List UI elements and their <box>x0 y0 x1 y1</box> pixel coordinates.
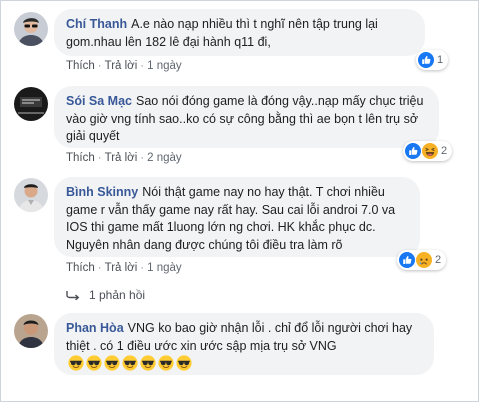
sunglasses-emoji-icon <box>68 355 84 371</box>
reaction-count: 2 <box>441 145 448 157</box>
sunglasses-emoji-icon <box>140 355 156 371</box>
comment-timestamp[interactable]: 2 ngày <box>147 152 182 164</box>
avatar[interactable] <box>14 314 48 348</box>
comment-author[interactable]: Chí Thanh <box>66 17 127 31</box>
comment-bubble: Chí Thanh A.e nào nạp nhiều thì t nghĩ nê… <box>54 9 425 56</box>
reaction-summary[interactable]: 1 <box>416 50 449 70</box>
comment-actions: Thích · Trả lời · 2 ngày <box>66 152 182 164</box>
sunglasses-emoji-icon <box>104 355 120 371</box>
replies-count-label[interactable]: 1 phản hồi <box>89 288 145 302</box>
like-button[interactable]: Thích <box>66 262 95 274</box>
like-icon <box>399 252 415 268</box>
comment-bubble: Bình Skinny Nói thật game nay no hay thật… <box>54 177 420 257</box>
sunglasses-emoji-icon <box>176 355 192 371</box>
sunglasses-emoji-icon <box>122 355 138 371</box>
comment-author[interactable]: Sói Sa Mạc <box>66 94 132 108</box>
comment-author[interactable]: Bình Skinny <box>66 185 138 199</box>
reaction-summary[interactable]: 2 <box>403 141 453 161</box>
comment-actions: Thích · Trả lời · 1 ngày <box>66 262 182 274</box>
avatar[interactable] <box>14 178 48 212</box>
like-icon <box>418 52 434 68</box>
comment-actions: Thích · Trả lời · 1 ngày <box>66 60 182 72</box>
sunglasses-emoji-icon <box>86 355 102 371</box>
reaction-summary[interactable]: 2 <box>397 250 447 270</box>
reply-button[interactable]: Trả lời <box>105 262 138 274</box>
like-icon <box>405 143 421 159</box>
comment-timestamp[interactable]: 1 ngày <box>147 262 182 274</box>
emoji-sunglasses-group <box>66 355 192 371</box>
view-replies-link[interactable]: 1 phản hồi <box>66 288 145 302</box>
like-button[interactable]: Thích <box>66 152 95 164</box>
sunglasses-emoji-icon <box>158 355 174 371</box>
like-button[interactable]: Thích <box>66 60 95 72</box>
comment-bubble: Phan Hòa VNG ko bao giờ nhận lỗi . chỉ đổ… <box>54 313 434 375</box>
comment-author[interactable]: Phan Hòa <box>66 321 124 335</box>
sad-icon <box>416 252 432 268</box>
comment-timestamp[interactable]: 1 ngày <box>147 60 182 72</box>
reply-button[interactable]: Trả lời <box>105 152 138 164</box>
avatar[interactable] <box>14 87 48 121</box>
reaction-count: 2 <box>435 254 442 266</box>
reply-button[interactable]: Trả lời <box>105 60 138 72</box>
haha-icon <box>422 143 438 159</box>
reply-arrow-icon <box>66 291 80 300</box>
reaction-count: 1 <box>437 54 444 66</box>
avatar[interactable] <box>14 12 48 46</box>
comment-bubble: Sói Sa Mạc Sao nói đóng game là đóng vậy.… <box>54 86 439 148</box>
